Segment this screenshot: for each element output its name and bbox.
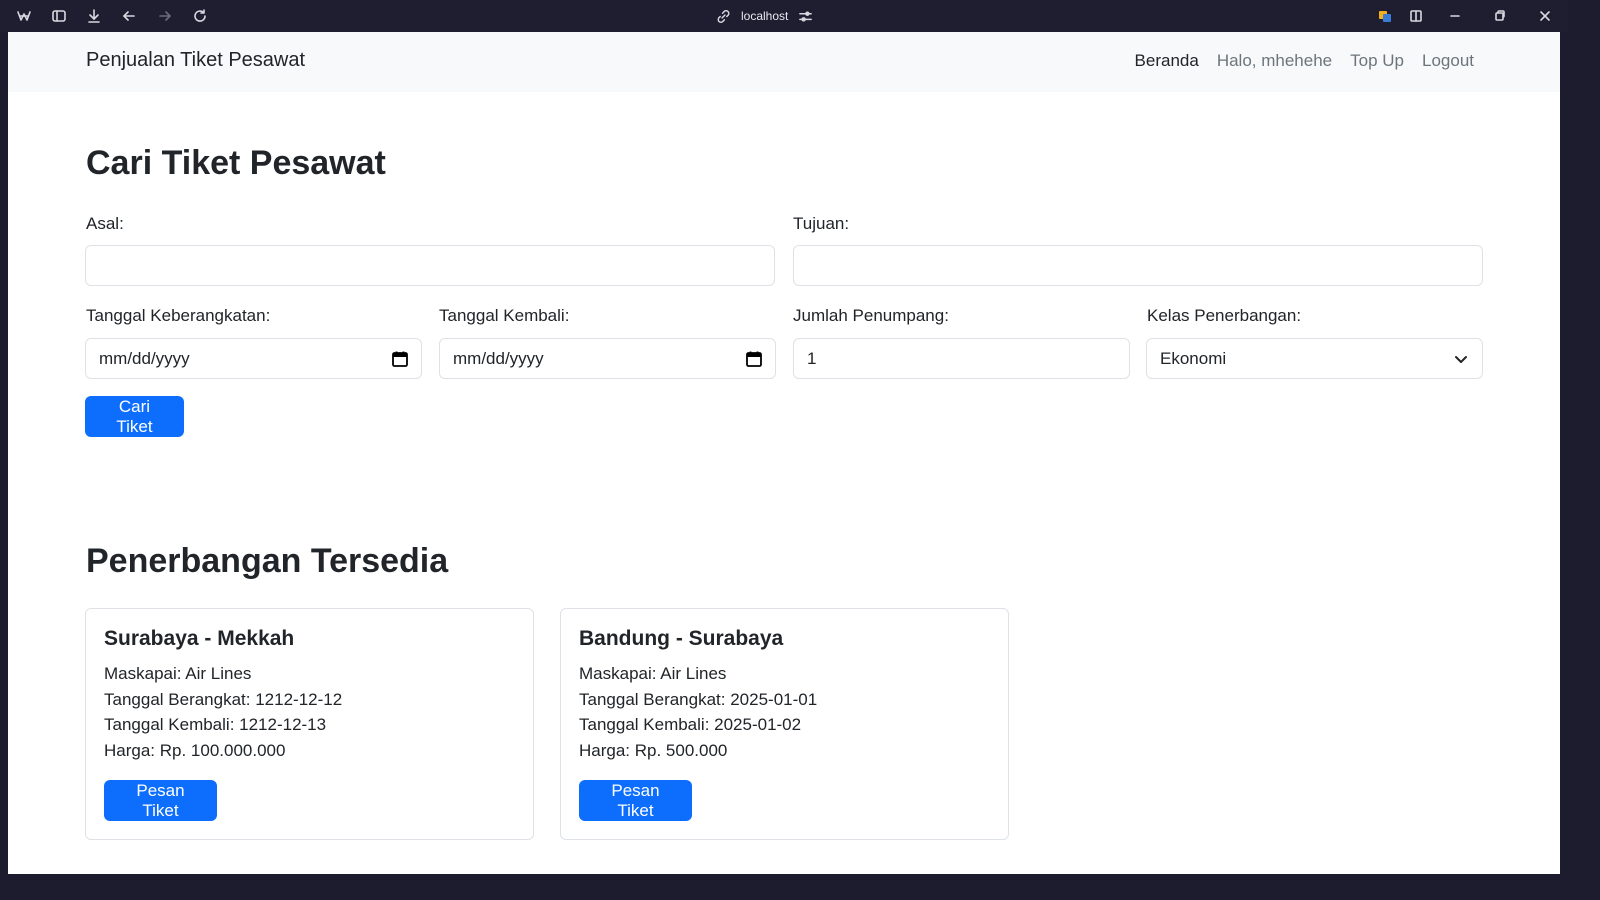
- flight-card: Bandung - Surabaya Maskapai: Air Lines T…: [560, 608, 1009, 840]
- kembali-placeholder: mm/dd/yyyy: [453, 348, 544, 368]
- app-logo-icon[interactable]: [14, 6, 34, 26]
- asal-label: Asal:: [86, 214, 124, 233]
- pesan-tiket-button[interactable]: Pesan Tiket: [579, 780, 692, 821]
- tujuan-input[interactable]: [793, 245, 1483, 286]
- back-icon[interactable]: [119, 6, 139, 26]
- sidebar-toggle-icon[interactable]: [49, 6, 69, 26]
- calendar-icon[interactable]: [745, 350, 763, 368]
- flight-airline: Maskapai: Air Lines: [579, 664, 727, 683]
- kembali-label: Tanggal Kembali:: [439, 306, 570, 325]
- browser-toolbar: localhost: [0, 0, 1568, 32]
- url-text[interactable]: localhost: [741, 9, 788, 23]
- penumpang-input[interactable]: [793, 338, 1130, 379]
- page-viewport: Penjualan Tiket Pesawat Beranda Halo, mh…: [8, 32, 1560, 874]
- berangkat-date-input[interactable]: mm/dd/yyyy: [85, 338, 422, 379]
- kelas-label: Kelas Penerbangan:: [1147, 306, 1302, 325]
- flight-price: Harga: Rp. 100.000.000: [104, 741, 286, 760]
- nav-top-up[interactable]: Top Up: [1350, 51, 1404, 71]
- restore-icon[interactable]: [1490, 6, 1510, 26]
- asal-input[interactable]: [85, 245, 775, 286]
- tujuan-label: Tujuan:: [793, 214, 850, 233]
- reload-icon[interactable]: [190, 6, 210, 26]
- navbar: Penjualan Tiket Pesawat Beranda Halo, mh…: [8, 32, 1560, 92]
- link-icon: [717, 9, 730, 23]
- nav-menu: Beranda Halo, mhehehe Top Up Logout: [1135, 51, 1474, 71]
- flight-route: Bandung - Surabaya: [579, 627, 784, 650]
- pesan-tiket-button[interactable]: Pesan Tiket: [104, 780, 217, 821]
- navbar-brand[interactable]: Penjualan Tiket Pesawat: [86, 49, 305, 72]
- nav-beranda[interactable]: Beranda: [1135, 51, 1199, 71]
- berangkat-label: Tanggal Keberangkatan:: [86, 306, 271, 325]
- extension-icon[interactable]: [1375, 6, 1395, 26]
- flight-return-date: Tanggal Kembali: 2025-01-02: [579, 715, 802, 734]
- flight-depart-date: Tanggal Berangkat: 2025-01-01: [579, 690, 818, 709]
- flight-airline: Maskapai: Air Lines: [104, 664, 252, 683]
- minimize-icon[interactable]: [1445, 6, 1465, 26]
- cari-tiket-button[interactable]: Cari Tiket: [85, 396, 184, 437]
- penumpang-label: Jumlah Penumpang:: [793, 306, 949, 325]
- calendar-icon[interactable]: [391, 350, 409, 368]
- close-icon[interactable]: [1535, 6, 1555, 26]
- berangkat-placeholder: mm/dd/yyyy: [99, 348, 190, 368]
- flight-route: Surabaya - Mekkah: [104, 627, 295, 650]
- forward-icon[interactable]: [155, 6, 175, 26]
- download-icon[interactable]: [84, 6, 104, 26]
- flight-return-date: Tanggal Kembali: 1212-12-13: [104, 715, 327, 734]
- address-bar[interactable]: localhost: [716, 6, 813, 26]
- chevron-down-icon: [1455, 355, 1467, 363]
- kelas-select[interactable]: Ekonomi: [1146, 338, 1483, 379]
- nav-user-greeting[interactable]: Halo, mhehehe: [1217, 51, 1332, 71]
- nav-logout[interactable]: Logout: [1422, 51, 1474, 71]
- flights-title: Penerbangan Tersedia: [86, 542, 449, 580]
- kelas-selected-value: Ekonomi: [1160, 348, 1227, 368]
- search-title: Cari Tiket Pesawat: [86, 144, 386, 182]
- site-settings-icon[interactable]: [798, 9, 813, 24]
- flight-price: Harga: Rp. 500.000: [579, 741, 728, 760]
- flight-card: Surabaya - Mekkah Maskapai: Air Lines Ta…: [85, 608, 534, 840]
- flight-depart-date: Tanggal Berangkat: 1212-12-12: [104, 690, 343, 709]
- kembali-date-input[interactable]: mm/dd/yyyy: [439, 338, 776, 379]
- split-view-icon[interactable]: [1406, 6, 1426, 26]
